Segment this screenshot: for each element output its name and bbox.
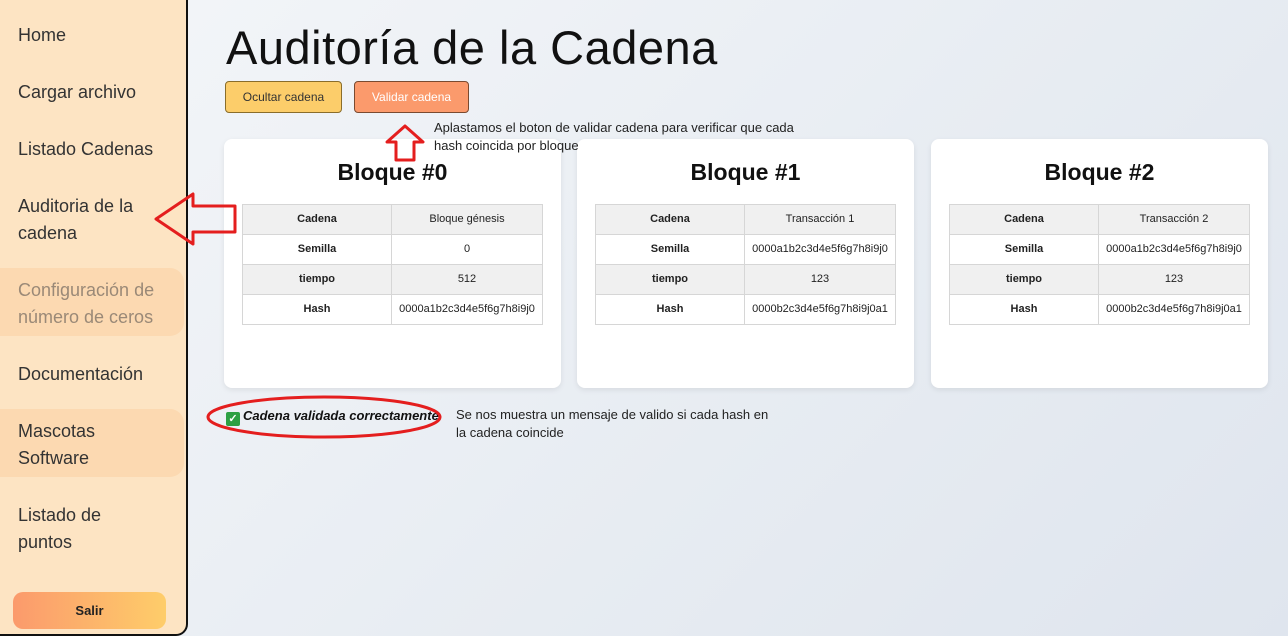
sidebar-item-documentacion[interactable]: Documentación <box>0 361 184 388</box>
sidebar-item-home[interactable]: Home <box>0 22 184 49</box>
block-card-1: Bloque #1 Cadena Transacción 1 Semilla 000… <box>577 139 914 388</box>
sidebar-item-auditoria[interactable]: Auditoria de la cadena <box>0 193 150 247</box>
row-value: 512 <box>391 264 543 295</box>
row-key: Semilla <box>595 234 745 265</box>
table-row: Hash 0000b2c3d4e5f6g7h8i9j0a1 <box>949 294 1250 325</box>
row-key: Semilla <box>949 234 1099 265</box>
row-key: Hash <box>595 294 745 325</box>
row-key: tiempo <box>949 264 1099 295</box>
sidebar-item-cargar-archivo[interactable]: Cargar archivo <box>0 79 184 106</box>
table-row: Cadena Transacción 2 <box>949 204 1250 235</box>
block-card-0: Bloque #0 Cadena Bloque génesis Semilla 0 … <box>224 139 561 388</box>
row-value: Transacción 1 <box>744 204 896 235</box>
block-table: Cadena Transacción 1 Semilla 0000a1b2c3d4e… <box>595 204 896 325</box>
sidebar-item-listado-puntos[interactable]: Listado de puntos <box>0 502 184 556</box>
sidebar-item-configuracion[interactable]: Configuración de número de ceros <box>0 268 184 336</box>
block-table: Cadena Transacción 2 Semilla 0000a1b2c3d4e… <box>949 204 1250 325</box>
table-row: Hash 0000a1b2c3d4e5f6g7h8i9j0 <box>242 294 543 325</box>
table-row: tiempo 123 <box>595 264 896 295</box>
row-value: 0000a1b2c3d4e5f6g7h8i9j0 <box>391 294 543 325</box>
sidebar: Home Cargar archivo Listado Cadenas Audi… <box>0 0 188 636</box>
row-key: Cadena <box>242 204 392 235</box>
sidebar-item-mascotas[interactable]: Mascotas Software <box>0 409 184 477</box>
table-row: tiempo 123 <box>949 264 1250 295</box>
block-card-2: Bloque #2 Cadena Transacción 2 Semilla 000… <box>931 139 1268 388</box>
table-row: Cadena Transacción 1 <box>595 204 896 235</box>
row-value: 0000b2c3d4e5f6g7h8i9j0a1 <box>1098 294 1250 325</box>
block-table: Cadena Bloque génesis Semilla 0 tiempo 512 … <box>242 204 543 325</box>
row-key: Hash <box>949 294 1099 325</box>
table-row: Semilla 0000a1b2c3d4e5f6g7h8i9j0 <box>595 234 896 265</box>
table-row: tiempo 512 <box>242 264 543 295</box>
check-icon: ✓ <box>226 412 240 426</box>
annotation-result-note: Se nos muestra un mensaje de valido si c… <box>456 407 769 440</box>
row-value: 123 <box>744 264 896 295</box>
row-value: 0000b2c3d4e5f6g7h8i9j0a1 <box>744 294 896 325</box>
row-value: 0000a1b2c3d4e5f6g7h8i9j0 <box>1098 234 1250 265</box>
annotation-validate-note: Aplastamos el boton de validar cadena pa… <box>434 120 794 153</box>
validation-status-text: Cadena validada correctamente <box>243 408 439 423</box>
table-row: Semilla 0000a1b2c3d4e5f6g7h8i9j0 <box>949 234 1250 265</box>
block-title: Bloque #2 <box>1044 159 1155 185</box>
row-value: Bloque génesis <box>391 204 543 235</box>
table-row: Semilla 0 <box>242 234 543 265</box>
row-key: tiempo <box>595 264 745 295</box>
hide-chain-button[interactable]: Ocultar cadena <box>225 81 342 113</box>
row-value: 123 <box>1098 264 1250 295</box>
table-row: Cadena Bloque génesis <box>242 204 543 235</box>
logout-button[interactable]: Salir <box>13 592 166 629</box>
row-value: 0000a1b2c3d4e5f6g7h8i9j0 <box>744 234 896 265</box>
page-title: Auditoría de la Cadena <box>226 21 718 74</box>
block-title: Bloque #1 <box>690 159 801 185</box>
row-value: Transacción 2 <box>1098 204 1250 235</box>
validation-status: ✓ Cadena validada correctamente <box>226 408 439 426</box>
row-value: 0 <box>391 234 543 265</box>
row-key: Semilla <box>242 234 392 265</box>
row-key: Cadena <box>949 204 1099 235</box>
table-row: Hash 0000b2c3d4e5f6g7h8i9j0a1 <box>595 294 896 325</box>
row-key: Cadena <box>595 204 745 235</box>
sidebar-item-listado-cadenas[interactable]: Listado Cadenas <box>0 136 184 163</box>
row-key: Hash <box>242 294 392 325</box>
row-key: tiempo <box>242 264 392 295</box>
validate-chain-button[interactable]: Validar cadena <box>354 81 469 113</box>
block-title: Bloque #0 <box>337 159 448 185</box>
